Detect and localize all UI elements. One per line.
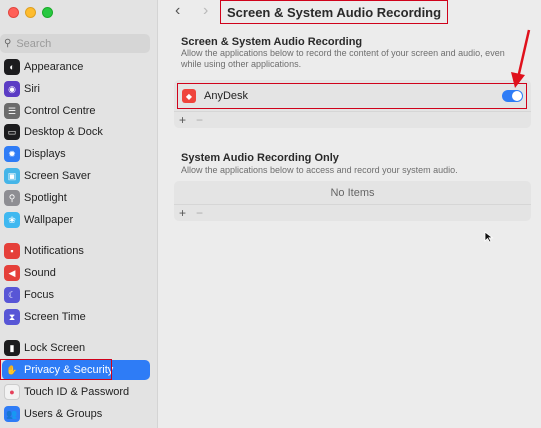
spotlight-icon: ⚲ (4, 190, 20, 206)
empty-list-text: No Items (330, 187, 375, 199)
sidebar-item-label: Spotlight (24, 192, 67, 204)
sidebar-item-label: Touch ID & Password (24, 386, 130, 398)
add-audio-app-button[interactable]: + (179, 206, 186, 220)
wallpaper-icon: ❀ (4, 212, 20, 228)
sidebar-item-spotlight[interactable]: ⚲ Spotlight (2, 188, 150, 208)
section-description-screen-recording: Allow the applications below to record t… (181, 48, 505, 69)
desktop-dock-icon: ▭ (4, 124, 20, 140)
sidebar-item-label: Screen Time (24, 311, 86, 323)
back-icon[interactable]: ‹ (175, 2, 180, 20)
section-title-audio-only: System Audio Recording Only (181, 152, 339, 164)
sidebar-item-label: Notifications (24, 245, 84, 257)
sidebar-item-desktop-dock[interactable]: ▭ Desktop & Dock (2, 122, 150, 142)
section-title-screen-recording: Screen & System Audio Recording (181, 36, 363, 48)
focus-icon: ☾ (4, 287, 20, 303)
app-row-anydesk[interactable]: ◆ AnyDesk (177, 83, 527, 109)
sound-icon: ◀ (4, 265, 20, 281)
app-name: AnyDesk (204, 90, 249, 102)
sidebar-item-users-groups[interactable]: 👥 Users & Groups (2, 404, 150, 424)
control-centre-icon: ☰ (4, 103, 20, 119)
displays-icon: ✹ (4, 146, 20, 162)
audio-only-list-controls: + − (174, 204, 531, 220)
sidebar: ⚲ ◐ Appearance ◉ Siri ☰ Control Centre ▭ Deskto… (0, 0, 158, 428)
search-field[interactable]: ⚲ (0, 34, 150, 53)
sidebar-item-control-centre[interactable]: ☰ Control Centre (2, 101, 150, 121)
sidebar-item-wallpaper[interactable]: ❀ Wallpaper (2, 210, 150, 230)
zoom-window-button[interactable] (42, 7, 53, 18)
sidebar-item-touch-id[interactable]: ● Touch ID & Password (2, 382, 150, 402)
anydesk-icon: ◆ (182, 89, 196, 103)
sidebar-item-focus[interactable]: ☾ Focus (2, 285, 150, 305)
sidebar-item-label: Siri (24, 83, 40, 95)
window-controls (8, 7, 53, 18)
sidebar-item-label: Sound (24, 267, 56, 279)
users-groups-icon: 👥 (4, 406, 20, 422)
toolbar: ‹ › Screen & System Audio Recording (159, 0, 541, 26)
sidebar-item-label: Users & Groups (24, 408, 103, 420)
screen-saver-icon: ▣ (4, 168, 20, 184)
anydesk-permission-toggle[interactable] (502, 90, 523, 102)
sidebar-item-displays[interactable]: ✹ Displays (2, 144, 150, 164)
privacy-hand-icon: ✋ (4, 362, 20, 378)
main-pane: ‹ › Screen & System Audio Recording Scre… (159, 0, 541, 428)
remove-app-button[interactable]: − (196, 113, 203, 127)
sidebar-item-label: Focus (24, 289, 54, 301)
page-title: Screen & System Audio Recording (220, 0, 449, 24)
sidebar-item-label: Privacy & Security (24, 364, 114, 376)
sidebar-item-sound[interactable]: ◀ Sound (2, 263, 150, 283)
sidebar-item-label: Screen Saver (24, 170, 91, 182)
lock-screen-icon: ▮ (4, 340, 20, 356)
touch-id-icon: ● (4, 384, 20, 400)
sidebar-item-label: Lock Screen (24, 342, 86, 354)
sidebar-item-label: Control Centre (24, 105, 96, 117)
sidebar-item-screen-saver[interactable]: ▣ Screen Saver (2, 166, 150, 186)
sidebar-item-label: Appearance (24, 61, 84, 73)
sidebar-item-lock-screen[interactable]: ▮ Lock Screen (2, 338, 150, 358)
notifications-icon: ▪ (4, 243, 20, 259)
sidebar-item-label: Displays (24, 148, 66, 160)
search-icon: ⚲ (4, 38, 12, 49)
sidebar-item-notifications[interactable]: ▪ Notifications (2, 241, 150, 261)
screen-recording-list-controls: + − (174, 111, 531, 127)
sidebar-item-label: Desktop & Dock (24, 126, 103, 138)
appearance-icon: ◐ (4, 59, 20, 75)
toggle-knob (512, 91, 522, 101)
mouse-pointer-icon (484, 231, 494, 243)
section-description-audio-only: Allow the applications below to access a… (181, 165, 458, 175)
siri-icon: ◉ (4, 81, 20, 97)
screen-time-icon: ⧗ (4, 309, 20, 325)
sidebar-item-screen-time[interactable]: ⧗ Screen Time (2, 307, 150, 327)
sidebar-item-label: Wallpaper (24, 214, 74, 226)
search-input[interactable] (16, 37, 137, 50)
sidebar-item-siri[interactable]: ◉ Siri (2, 79, 150, 99)
add-app-button[interactable]: + (179, 113, 186, 127)
sidebar-item-appearance[interactable]: ◐ Appearance (2, 57, 150, 77)
close-window-button[interactable] (8, 7, 19, 18)
remove-audio-app-button[interactable]: − (196, 206, 203, 220)
minimize-window-button[interactable] (25, 7, 36, 18)
forward-icon[interactable]: › (203, 2, 208, 20)
sidebar-item-privacy-hand[interactable]: ✋ Privacy & Security (2, 360, 150, 380)
annotation-arrow-icon (511, 29, 531, 88)
